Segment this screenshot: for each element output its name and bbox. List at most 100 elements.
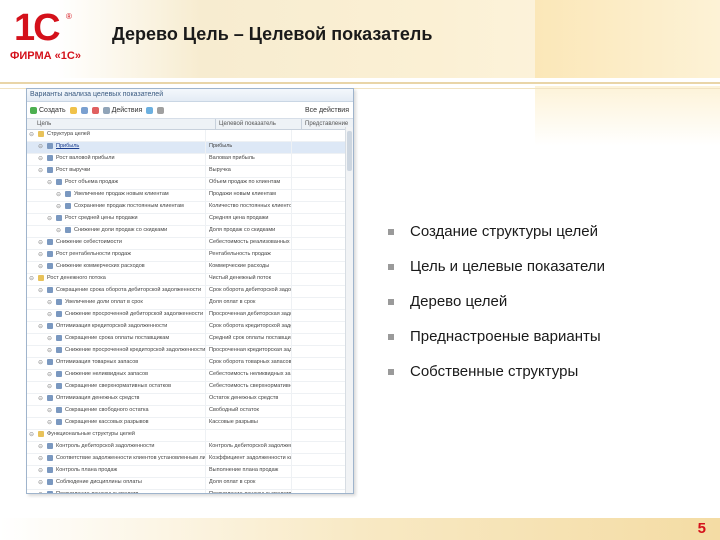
expand-toggle-icon[interactable]: ⊖ — [38, 251, 43, 259]
table-row[interactable]: ⊖ Сокращение сверхнормативных остатков Себ… — [27, 382, 353, 394]
expand-toggle-icon[interactable]: ⊖ — [47, 335, 52, 343]
goal-cell: ⊖ Увеличение продаж новым клиентам — [27, 190, 206, 201]
kpi-cell: Чистый денежный поток — [206, 274, 292, 285]
goal-label: Оптимизация кредиторской задолженности — [56, 323, 168, 329]
table-row[interactable]: ⊖ Функциональные структуры целей — [27, 430, 353, 442]
table-row[interactable]: ⊖ Оптимизация кредиторской задолженности С… — [27, 322, 353, 334]
expand-toggle-icon[interactable]: ⊖ — [29, 131, 34, 139]
table-row[interactable]: ⊖ Снижение доли продаж со скидками Доля пр… — [27, 226, 353, 238]
kpi-cell — [206, 430, 292, 441]
expand-toggle-icon[interactable]: ⊖ — [47, 419, 52, 427]
kpi-cell: Рентабельность продаж — [206, 250, 292, 261]
expand-toggle-icon[interactable]: ⊖ — [38, 443, 43, 451]
table-row[interactable]: ⊖ Сохранение продаж постоянным клиентам Ко… — [27, 202, 353, 214]
goal-icon — [47, 359, 53, 365]
folder-icon[interactable] — [69, 106, 77, 114]
expand-toggle-icon[interactable]: ⊖ — [47, 347, 52, 355]
expand-toggle-icon[interactable]: ⊖ — [38, 491, 43, 493]
expand-toggle-icon[interactable]: ⊖ — [29, 431, 34, 439]
expand-toggle-icon[interactable]: ⊖ — [38, 479, 43, 487]
column-header-view[interactable]: Представление — [302, 119, 348, 129]
kpi-cell: Объем продаж по клиентам — [206, 178, 292, 189]
expand-toggle-icon[interactable]: ⊖ — [47, 215, 52, 223]
table-row[interactable]: ⊖ Снижение просроченной кредиторской задо… — [27, 346, 353, 358]
table-row[interactable]: ⊖ Увеличение доли оплат в срок Доля оплат … — [27, 298, 353, 310]
expand-toggle-icon[interactable]: ⊖ — [38, 263, 43, 271]
delete-icon[interactable] — [91, 106, 99, 114]
bullet-square-icon — [388, 334, 394, 340]
column-header-kpi[interactable]: Целевой показатель — [216, 119, 302, 129]
table-row[interactable]: ⊖ Увеличение продаж новым клиентам Продажи… — [27, 190, 353, 202]
bullet-text: Собственные структуры — [410, 363, 579, 380]
expand-toggle-icon[interactable]: ⊖ — [47, 299, 52, 307]
expand-toggle-icon[interactable]: ⊖ — [38, 467, 43, 475]
expand-toggle-icon[interactable]: ⊖ — [38, 455, 43, 463]
actions-button[interactable]: Действия — [102, 106, 142, 114]
expand-toggle-icon[interactable]: ⊖ — [56, 227, 61, 235]
table-row[interactable]: ⊖ Рост средней цены продажи Средняя цена п… — [27, 214, 353, 226]
goal-label: Прибыль — [56, 143, 80, 149]
scrollbar-thumb[interactable] — [347, 131, 352, 171]
table-row[interactable]: ⊖ Рост денежного потока Чистый денежный по… — [27, 274, 353, 286]
table-row[interactable]: ⊖ Прибыль Прибыль — [27, 142, 353, 154]
table-row[interactable]: ⊖ Сокращение свободного остатка Свободный … — [27, 406, 353, 418]
goal-icon — [56, 179, 62, 185]
expand-toggle-icon[interactable]: ⊖ — [56, 203, 61, 211]
create-button[interactable]: Создать — [30, 106, 66, 114]
expand-toggle-icon[interactable]: ⊖ — [56, 191, 61, 199]
goal-cell: ⊖ Прибыль — [27, 142, 206, 153]
grid-header: Цель Целевой показатель Представление — [27, 119, 353, 130]
expand-toggle-icon[interactable]: ⊖ — [38, 143, 43, 151]
expand-toggle-icon[interactable]: ⊖ — [29, 275, 34, 283]
expand-toggle-icon[interactable]: ⊖ — [38, 287, 43, 295]
edit-icon[interactable] — [80, 106, 88, 114]
expand-toggle-icon[interactable]: ⊖ — [47, 179, 52, 187]
goal-label: Сокращение срока оплаты поставщикам — [65, 335, 170, 341]
expand-toggle-icon[interactable]: ⊖ — [38, 239, 43, 247]
expand-toggle-icon[interactable]: ⊖ — [38, 359, 43, 367]
expand-toggle-icon[interactable]: ⊖ — [47, 383, 52, 391]
table-row[interactable]: ⊖ Структура целей — [27, 130, 353, 142]
table-row[interactable]: ⊖ Поступление денежных средств Поступление… — [27, 490, 353, 493]
filter-icon[interactable] — [157, 106, 165, 114]
expand-toggle-icon[interactable]: ⊖ — [47, 311, 52, 319]
create-button-label: Создать — [39, 106, 66, 114]
expand-toggle-icon[interactable]: ⊖ — [38, 167, 43, 175]
app-window-screenshot: Варианты анализа целевых показателей Соз… — [26, 88, 354, 494]
expand-toggle-icon[interactable]: ⊖ — [38, 155, 43, 163]
expand-toggle-icon[interactable]: ⊖ — [38, 395, 43, 403]
table-row[interactable]: ⊖ Снижение коммерческих расходов Коммерчес… — [27, 262, 353, 274]
all-actions-button[interactable]: Все действия — [305, 107, 349, 114]
vertical-scrollbar[interactable] — [345, 127, 353, 493]
view-cell — [292, 310, 332, 321]
table-row[interactable]: ⊖ Соответствие задолженности клиентов уст… — [27, 454, 353, 466]
table-row[interactable]: ⊖ Рост валовой прибыли Валовая прибыль — [27, 154, 353, 166]
table-row[interactable]: ⊖ Контроль дебиторской задолженности Контр… — [27, 442, 353, 454]
view-cell — [292, 370, 332, 381]
table-row[interactable]: ⊖ Контроль плана продаж Выполнение плана п… — [27, 466, 353, 478]
table-row[interactable]: ⊖ Сокращение кассовых разрывов Кассовые ра… — [27, 418, 353, 430]
goal-icon — [56, 299, 62, 305]
goal-icon — [47, 239, 53, 245]
table-row[interactable]: ⊖ Сокращение срока оплаты поставщикам Сред… — [27, 334, 353, 346]
goal-cell: ⊖ Оптимизация кредиторской задолженности — [27, 322, 206, 333]
table-row[interactable]: ⊖ Оптимизация денежных средств Остаток ден… — [27, 394, 353, 406]
table-row[interactable]: ⊖ Сокращение срока оборота дебиторской за… — [27, 286, 353, 298]
table-row[interactable]: ⊖ Оптимизация товарных запасов Срок оборот… — [27, 358, 353, 370]
view-cell — [292, 406, 332, 417]
table-row[interactable]: ⊖ Снижение неликвидных запасов Себестоимос… — [27, 370, 353, 382]
table-row[interactable]: ⊖ Снижение просроченной дебиторской задол… — [27, 310, 353, 322]
table-row[interactable]: ⊖ Рост рентабельности продаж Рентабельност… — [27, 250, 353, 262]
expand-toggle-icon[interactable]: ⊖ — [47, 407, 52, 415]
expand-toggle-icon[interactable]: ⊖ — [38, 323, 43, 331]
refresh-icon[interactable] — [146, 106, 154, 114]
goal-icon — [47, 323, 53, 329]
column-header-goal[interactable]: Цель — [27, 119, 216, 129]
table-row[interactable]: ⊖ Снижение себестоимости Себестоимость реа… — [27, 238, 353, 250]
table-row[interactable]: ⊖ Рост выручки Выручка — [27, 166, 353, 178]
table-row[interactable]: ⊖ Рост объема продаж Объем продаж по клиен… — [27, 178, 353, 190]
goal-label: Рост валовой прибыли — [56, 155, 115, 161]
table-row[interactable]: ⊖ Соблюдение дисциплины оплаты Доля оплат … — [27, 478, 353, 490]
expand-toggle-icon[interactable]: ⊖ — [47, 371, 52, 379]
goal-icon — [47, 479, 53, 485]
